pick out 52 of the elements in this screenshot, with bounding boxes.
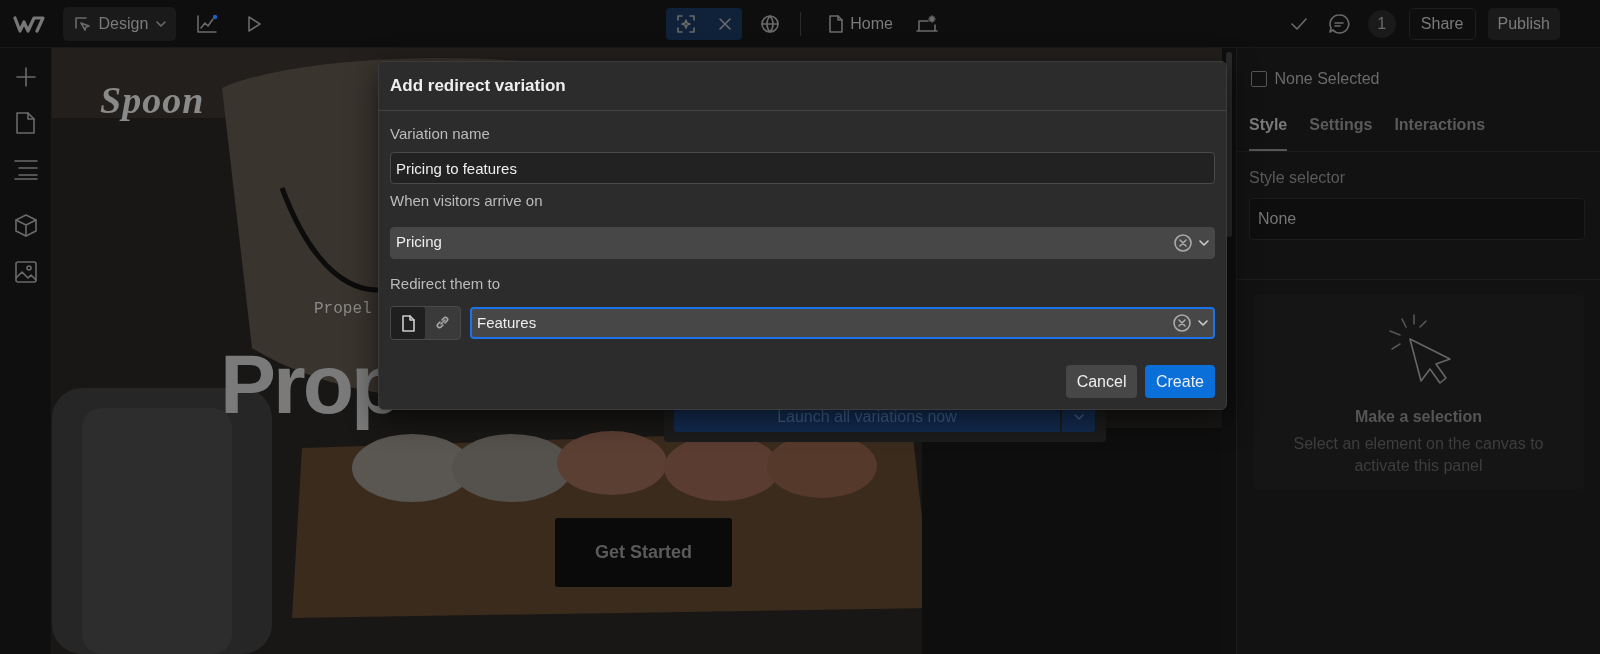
select-value: Features [477,312,537,333]
panel-tab[interactable]: Settings [1309,113,1373,151]
empty-state-title: Make a selection [1354,407,1483,427]
play-icon[interactable] [245,14,262,33]
panel-tab[interactable]: Style [1249,113,1288,151]
field-label: Style selector [1248,168,1347,188]
variation-name-field[interactable]: Pricing to features [390,152,1215,184]
page-target-button[interactable] [391,307,425,339]
focus-target-icon[interactable] [675,13,696,34]
comment-icon[interactable] [1327,12,1350,35]
share-button[interactable]: Share [1408,7,1476,40]
page-icon [828,14,843,33]
select-field[interactable]: Pricing [390,226,1215,259]
target-type-toggle[interactable] [390,306,461,340]
select-field[interactable]: Features [470,307,1215,339]
mode-dropdown[interactable]: Design [63,6,176,41]
checkbox[interactable] [1251,71,1267,87]
page-selector[interactable]: Home [828,11,893,36]
clear-icon[interactable] [1173,233,1192,252]
page-icon [400,314,416,332]
brand-logo: Spoon [100,78,205,122]
create-button[interactable]: Create [1144,365,1215,398]
chevron-down-icon[interactable] [1199,239,1209,246]
screen-sparkle-icon[interactable] [915,13,939,34]
cube-icon[interactable] [14,214,37,237]
field-label: Variation name [390,123,491,144]
notification-count: 1 [1367,9,1396,38]
chevron-down-icon[interactable] [1198,320,1208,326]
chevron-down-icon [155,20,166,27]
chart-icon[interactable] [195,13,218,34]
check-icon[interactable] [1289,16,1308,31]
image-icon[interactable] [14,261,37,283]
get-started-button[interactable]: Get Started [555,518,732,587]
publish-button[interactable]: Publish [1487,7,1560,40]
cancel-button[interactable]: Cancel [1065,365,1138,398]
style-selector-field[interactable]: None [1249,198,1585,240]
selection-label: None Selected [1274,69,1380,89]
panel-tab[interactable]: Interactions [1394,113,1486,151]
field-label: When visitors arrive on [390,191,544,211]
page-icon[interactable] [15,112,36,134]
select-value: Pricing [396,232,442,253]
field-label: Redirect them to [390,273,502,294]
cursor-icon [73,14,91,33]
clear-icon[interactable] [1172,314,1191,332]
globe-icon[interactable] [759,13,780,34]
logo-icon[interactable] [13,13,45,34]
dialog-title: Add redirect variation [379,62,1226,111]
navigator-icon[interactable] [13,158,38,180]
add-icon[interactable] [14,66,37,88]
close-icon[interactable] [717,16,732,31]
eyebrow-text: Propel [314,299,372,320]
chevron-down-icon [1073,414,1084,420]
